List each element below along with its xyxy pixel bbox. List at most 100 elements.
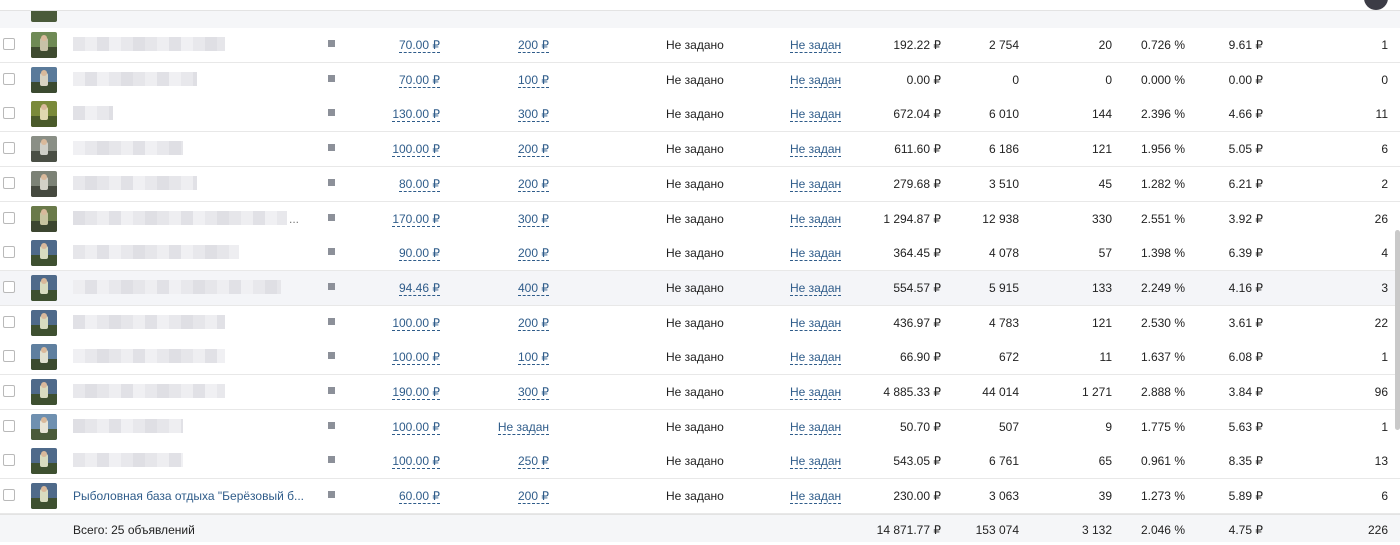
row-checkbox[interactable] [3,454,15,466]
price-link[interactable]: 70.00 ₽ [399,73,440,88]
avatar[interactable] [1364,0,1388,10]
budget-link[interactable]: Не задан [497,420,549,435]
table-row[interactable]: 100.00 ₽ 250 ₽ Не задано Не задан 543.05 ₽ 6 … [0,444,1400,479]
price-cell[interactable]: 100.00 ₽ [360,444,440,478]
price-link[interactable]: 100.00 ₽ [392,142,440,157]
budget-cell[interactable]: 200 ₽ [470,28,549,62]
price-cell[interactable]: 70.00 ₽ [360,63,440,97]
budget-cell[interactable]: Не задан [470,410,549,444]
row-checkbox[interactable] [3,38,15,50]
target-link[interactable]: Не задан [790,73,842,88]
target-link[interactable]: Не задан [790,281,842,296]
target-link[interactable]: Не задан [790,385,842,400]
budget-link[interactable]: 250 ₽ [518,454,549,469]
price-cell[interactable]: 100.00 ₽ [360,410,440,444]
target-link[interactable]: Не задан [790,420,842,435]
budget-cell[interactable]: 200 ₽ [470,167,549,201]
price-link[interactable]: 100.00 ₽ [392,454,440,469]
budget-link[interactable]: 100 ₽ [518,350,549,365]
price-cell[interactable]: 70.00 ₽ [360,28,440,62]
target-link[interactable]: Не задан [790,107,842,122]
price-link[interactable]: 130.00 ₽ [392,107,440,122]
table-row[interactable]: 130.00 ₽ 300 ₽ Не задано Не задан 672.04 ₽ 6 … [0,97,1400,132]
budget-cell[interactable]: 100 ₽ [470,340,549,374]
budget-cell[interactable]: 300 ₽ [470,97,549,131]
table-row[interactable]: 190.00 ₽ 300 ₽ Не задано Не задан 4 885.33 ₽… [0,375,1400,410]
price-link[interactable]: 94.46 ₽ [399,281,440,296]
price-cell[interactable]: 170.00 ₽ [360,202,440,236]
price-cell[interactable]: 100.00 ₽ [360,132,440,166]
row-checkbox[interactable] [3,489,15,501]
table-row[interactable]: 100.00 ₽ 200 ₽ Не задано Не задан 611.60 ₽ 6 … [0,132,1400,167]
price-cell[interactable]: 100.00 ₽ [360,306,440,340]
row-checkbox[interactable] [3,350,15,362]
ad-name-link[interactable]: Рыболовная база отдыха "Берёзовый б... [73,479,304,513]
target-link[interactable]: Не задан [790,316,842,331]
price-link[interactable]: 100.00 ₽ [392,350,440,365]
budget-cell[interactable]: 250 ₽ [470,444,549,478]
row-checkbox[interactable] [3,281,15,293]
budget-cell[interactable]: 400 ₽ [470,271,549,305]
price-link[interactable]: 100.00 ₽ [392,316,440,331]
target-link[interactable]: Не задан [790,454,842,469]
target-link[interactable]: Не задан [790,350,842,365]
price-cell[interactable]: 80.00 ₽ [360,167,440,201]
table-row[interactable]: Рыболовная база отдыха "Берёзовый б... 60… [0,479,1400,514]
table-row[interactable]: 80.00 ₽ 200 ₽ Не задано Не задан 279.68 ₽ 3 5… [0,167,1400,202]
price-link[interactable]: 190.00 ₽ [392,385,440,400]
row-checkbox[interactable] [3,107,15,119]
budget-link[interactable]: 200 ₽ [518,316,549,331]
budget-link[interactable]: 300 ₽ [518,385,549,400]
budget-link[interactable]: 100 ₽ [518,73,549,88]
table-row[interactable]: 100.00 ₽ Не задан Не задано Не задан 50.70 ₽… [0,410,1400,445]
target-link[interactable]: Не задан [790,489,842,504]
table-row[interactable]: 100.00 ₽ 100 ₽ Не задано Не задан 66.90 ₽ 672… [0,340,1400,375]
row-checkbox[interactable] [3,385,15,397]
target-link[interactable]: Не задан [790,246,842,261]
price-cell[interactable]: 190.00 ₽ [360,375,440,409]
budget-cell[interactable]: 300 ₽ [470,202,549,236]
budget-cell[interactable]: 100 ₽ [470,63,549,97]
row-checkbox[interactable] [3,177,15,189]
vertical-scrollbar[interactable] [1395,230,1400,430]
table-row[interactable]: 90.00 ₽ 200 ₽ Не задано Не задан 364.45 ₽ 4 0… [0,236,1400,271]
table-row[interactable]: 70.00 ₽ 100 ₽ Не задано Не задан 0.00 ₽ 0 0 0.0… [0,63,1400,98]
budget-link[interactable]: 300 ₽ [518,212,549,227]
price-link[interactable]: 70.00 ₽ [399,38,440,53]
budget-link[interactable]: 200 ₽ [518,142,549,157]
price-link[interactable]: 60.00 ₽ [399,489,440,504]
row-checkbox[interactable] [3,316,15,328]
table-row[interactable]: ... 170.00 ₽ 300 ₽ Не задано Не задан 1 294.8… [0,202,1400,237]
price-cell[interactable]: 94.46 ₽ [360,271,440,305]
row-checkbox[interactable] [3,420,15,432]
target-link[interactable]: Не задан [790,177,842,192]
budget-link[interactable]: 200 ₽ [518,177,549,192]
target-link[interactable]: Не задан [790,142,842,157]
budget-cell[interactable]: 300 ₽ [470,375,549,409]
budget-link[interactable]: 200 ₽ [518,489,549,504]
target-link[interactable]: Не задан [790,38,842,53]
table-row[interactable]: 70.00 ₽ 200 ₽ Не задано Не задан 192.22 ₽ 2 7… [0,28,1400,63]
price-link[interactable]: 80.00 ₽ [399,177,440,192]
budget-link[interactable]: 200 ₽ [518,38,549,53]
row-checkbox[interactable] [3,73,15,85]
budget-cell[interactable]: 200 ₽ [470,306,549,340]
price-link[interactable]: 170.00 ₽ [392,212,440,227]
budget-cell[interactable]: 200 ₽ [470,132,549,166]
price-cell[interactable]: 130.00 ₽ [360,97,440,131]
table-row[interactable]: 94.46 ₽ 400 ₽ Не задано Не задан 554.57 ₽ 5 9… [0,271,1400,306]
budget-link[interactable]: 300 ₽ [518,107,549,122]
table-row[interactable]: 100.00 ₽ 200 ₽ Не задано Не задан 436.97 ₽ 4 … [0,306,1400,341]
budget-cell[interactable]: 200 ₽ [470,236,549,270]
budget-cell[interactable]: 200 ₽ [470,479,549,513]
price-cell[interactable]: 100.00 ₽ [360,340,440,374]
row-checkbox[interactable] [3,246,15,258]
budget-link[interactable]: 200 ₽ [518,246,549,261]
budget-link[interactable]: 400 ₽ [518,281,549,296]
row-checkbox[interactable] [3,212,15,224]
target-link[interactable]: Не задан [790,212,842,227]
price-cell[interactable]: 90.00 ₽ [360,236,440,270]
price-link[interactable]: 90.00 ₽ [399,246,440,261]
price-link[interactable]: 100.00 ₽ [392,420,440,435]
row-checkbox[interactable] [3,142,15,154]
